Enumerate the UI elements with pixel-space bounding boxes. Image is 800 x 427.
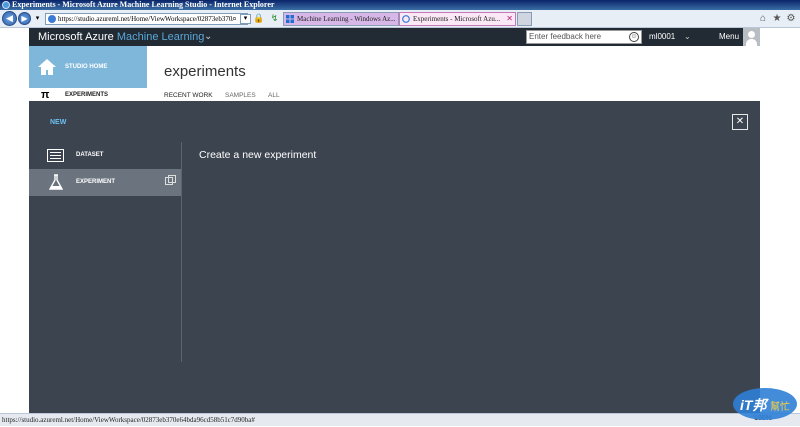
tab-label: Experiments - Microsoft Azu... [413,15,501,23]
product-name: Machine Learning [116,31,205,43]
smiley-icon[interactable]: ☺ [629,32,639,42]
tab-recent-work[interactable]: RECENT WORK [164,92,213,99]
ie-tab-icon [402,15,410,23]
dropdown-icon[interactable]: ▾ [32,13,43,24]
dataset-icon [47,149,64,162]
watermark-sub: 幫忙 [770,400,790,413]
address-dropdown-icon[interactable]: ▾ [240,14,251,24]
lock-icon[interactable]: 🔒 [253,13,264,24]
chevron-down-icon[interactable]: ⌄ [204,28,212,46]
page: STUDIO HOME π EXPERIMENTS experiments RE… [29,46,760,102]
studio-home-label: STUDIO HOME [65,64,108,70]
tab-samples[interactable]: SAMPLES [225,92,256,99]
ie-icon [2,1,10,9]
popout-icon[interactable] [165,175,176,185]
divider [181,142,182,362]
experiments-nav[interactable]: π EXPERIMENTS [29,88,147,102]
tab-machine-learning[interactable]: Machine Learning - Windows Az... [283,12,399,26]
new-label: NEW [50,119,67,126]
user-name[interactable]: ml0001 [649,28,675,46]
watermark-logo: iT邦 幫忙 [732,386,798,422]
content-title: Create a new experiment [199,149,317,161]
brand-name: Microsoft Azure [38,31,114,43]
sidebar-item-dataset[interactable]: DATASET [29,142,181,169]
studio-home-button[interactable]: STUDIO HOME [29,46,147,88]
home-icon[interactable]: ⌂ [757,13,769,25]
tools-gear-icon[interactable]: ⚙ [785,13,797,25]
watermark-text: iT邦 [740,397,769,413]
status-url: https://studio.azureml.net/Home/ViewWork… [2,416,255,424]
window-title: Experiments - Microsoft Azure Machine Le… [12,0,275,9]
address-bar[interactable]: https://studio.azureml.net/Home/ViewWork… [45,13,248,25]
refresh-icon[interactable]: ↯ [269,13,280,24]
new-overlay: NEW ✕ DATASET EXPERIMENT Create a new ex… [29,101,760,413]
home-icon [38,59,56,75]
sidebar-item-label: DATASET [76,152,104,158]
tab-label: Machine Learning - Windows Az... [297,15,396,23]
back-icon[interactable]: ◀ [2,11,17,26]
windows-icon [286,15,294,23]
feedback-placeholder: Enter feedback here [529,32,602,41]
page-title: experiments [164,63,246,80]
browser-toolbar: ◀ ▶ ▾ https://studio.azureml.net/Home/Vi… [0,10,800,28]
address-text: https://studio.azureml.net/Home/ViewWork… [58,15,233,23]
user-chevron-down-icon[interactable]: ⌄ [684,28,691,46]
sidebar-item-experiment[interactable]: EXPERIMENT [29,169,181,196]
menu-button[interactable]: Menu [719,28,739,46]
favorites-icon[interactable]: ★ [771,13,783,25]
sidebar-item-label: EXPERIMENT [76,179,116,185]
tab-all[interactable]: ALL [268,92,280,99]
search-icon[interactable]: ⌕ [229,13,240,24]
new-tab-button[interactable] [517,12,532,26]
page-favicon [48,15,56,23]
window-title-bar: Experiments - Microsoft Azure Machine Le… [0,0,800,10]
feedback-input[interactable]: Enter feedback here ☺ [526,30,642,44]
new-sidebar: DATASET EXPERIMENT [29,142,181,413]
experiments-icon: π [41,89,50,101]
tab-experiments[interactable]: Experiments - Microsoft Azu... ✕ [399,12,516,26]
forward-icon[interactable]: ▶ [18,12,31,25]
tab-close-icon[interactable]: ✕ [506,13,513,25]
avatar[interactable] [743,28,760,46]
azure-header: Microsoft Azure Machine Learning ⌄ Enter… [29,28,760,46]
brand[interactable]: Microsoft Azure Machine Learning [38,28,204,46]
close-button[interactable]: ✕ [732,114,748,130]
status-bar: https://studio.azureml.net/Home/ViewWork… [0,413,800,426]
experiments-label: EXPERIMENTS [65,92,109,98]
flask-icon [49,174,63,190]
